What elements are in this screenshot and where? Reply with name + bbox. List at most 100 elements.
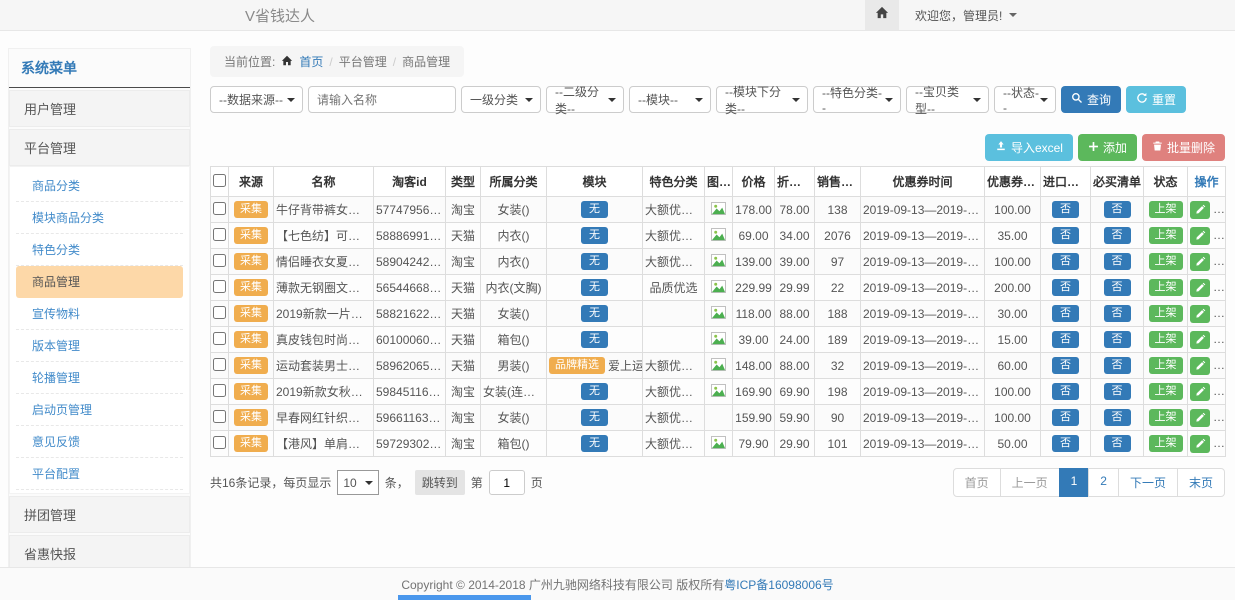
filter-select[interactable]: --模块-- [629, 86, 711, 113]
edit-button[interactable] [1190, 227, 1210, 245]
imported-toggle-badge[interactable]: 否 [1052, 227, 1079, 245]
filter-select[interactable]: 一级分类 [461, 86, 541, 113]
must-buy-toggle-badge[interactable]: 否 [1104, 227, 1131, 245]
edit-button[interactable] [1190, 409, 1210, 427]
edit-button[interactable] [1190, 331, 1210, 349]
must-buy-toggle-badge[interactable]: 否 [1104, 383, 1131, 401]
row-checkbox[interactable] [213, 306, 226, 319]
filter-select[interactable]: --特色分类-- [813, 86, 901, 113]
imported-toggle-badge[interactable]: 否 [1052, 409, 1079, 427]
sidebar-subitem-active[interactable]: 商品管理 [16, 266, 183, 298]
status-badge[interactable]: 上架 [1149, 409, 1183, 427]
status-badge[interactable]: 上架 [1149, 253, 1183, 271]
must-buy-toggle-badge[interactable]: 否 [1104, 279, 1131, 297]
imported-toggle-badge[interactable]: 否 [1052, 201, 1079, 219]
broken-image-icon [711, 360, 726, 374]
thumbnail-icon [711, 230, 726, 244]
pager-button-末页[interactable]: 末页 [1177, 468, 1225, 497]
row-checkbox[interactable] [213, 384, 226, 397]
must-buy-toggle-badge[interactable]: 否 [1104, 253, 1131, 271]
status-badge[interactable]: 上架 [1149, 435, 1183, 453]
row-checkbox[interactable] [213, 254, 226, 267]
must-buy-toggle-badge[interactable]: 否 [1104, 357, 1131, 375]
must-buy-toggle-badge[interactable]: 否 [1104, 409, 1131, 427]
status-badge[interactable]: 上架 [1149, 279, 1183, 297]
name-search-input[interactable] [308, 86, 456, 113]
must-buy-toggle-badge[interactable]: 否 [1104, 331, 1131, 349]
sidebar-subitem[interactable]: 轮播管理 [16, 362, 183, 394]
status-badge[interactable]: 上架 [1149, 201, 1183, 219]
pager: 首页上一页12下一页末页 [953, 468, 1225, 497]
jump-button[interactable]: 跳转到 [415, 470, 465, 495]
row-checkbox[interactable] [213, 436, 226, 449]
sidebar-subitem[interactable]: 宣传物料 [16, 298, 183, 330]
imported-toggle-badge[interactable]: 否 [1052, 357, 1079, 375]
user-menu[interactable]: 欢迎您，管理员! [915, 0, 1017, 30]
row-checkbox[interactable] [213, 202, 226, 215]
filter-select[interactable]: --模块下分类-- [716, 86, 808, 113]
per-page-select[interactable]: 10 [337, 470, 378, 495]
edit-button[interactable] [1190, 305, 1210, 323]
sidebar-subitem[interactable]: 商品分类 [16, 170, 183, 202]
breadcrumb-home-link[interactable]: 首页 [299, 53, 323, 70]
sidebar-subitem[interactable]: 意见反馈 [16, 426, 183, 458]
sidebar-group-item[interactable]: 用户管理 [9, 90, 190, 127]
batch-delete-button[interactable]: 批量删除 [1142, 134, 1225, 161]
reset-button[interactable]: 重置 [1126, 86, 1186, 113]
imported-toggle-badge[interactable]: 否 [1052, 305, 1079, 323]
sidebar: 系统菜单 用户管理平台管理商品分类模块商品分类特色分类商品管理宣传物料版本管理轮… [8, 48, 191, 600]
filter-select[interactable]: --二级分类-- [546, 86, 624, 113]
home-button[interactable] [865, 0, 899, 30]
sidebar-subitem[interactable]: 特色分类 [16, 234, 183, 266]
status-badge[interactable]: 上架 [1149, 383, 1183, 401]
must-buy-toggle-badge[interactable]: 否 [1104, 435, 1131, 453]
imported-toggle-badge[interactable]: 否 [1052, 253, 1079, 271]
edit-button[interactable] [1190, 435, 1210, 453]
filter-select[interactable]: --状态-- [994, 86, 1056, 113]
edit-button[interactable] [1190, 253, 1210, 271]
sidebar-subitem[interactable]: 启动页管理 [16, 394, 183, 426]
module-badge: 品牌精选 [549, 357, 605, 375]
imported-toggle-badge[interactable]: 否 [1052, 331, 1079, 349]
filter-select[interactable]: --宝贝类型-- [906, 86, 989, 113]
breadcrumb-separator: / [393, 55, 396, 69]
sidebar-group-item[interactable]: 平台管理 [9, 129, 190, 166]
column-header-3: 淘客id [374, 167, 446, 197]
must-buy-toggle-badge[interactable]: 否 [1104, 305, 1131, 323]
search-button[interactable]: 查询 [1061, 86, 1121, 113]
edit-button[interactable] [1190, 383, 1210, 401]
sidebar-subitem[interactable]: 平台配置 [16, 458, 183, 490]
select-all-checkbox[interactable] [213, 174, 226, 187]
status-badge[interactable]: 上架 [1149, 305, 1183, 323]
pager-button-2[interactable]: 2 [1088, 468, 1119, 497]
sidebar-subitem[interactable]: 版本管理 [16, 330, 183, 362]
status-badge[interactable]: 上架 [1149, 227, 1183, 245]
sales-count-cell: 22 [815, 275, 861, 301]
row-checkbox[interactable] [213, 228, 226, 241]
row-checkbox[interactable] [213, 410, 226, 423]
row-checkbox[interactable] [213, 280, 226, 293]
chevron-down-icon [365, 481, 373, 485]
filter-select[interactable]: --数据来源-- [210, 86, 303, 113]
imported-toggle-badge[interactable]: 否 [1052, 279, 1079, 297]
row-checkbox[interactable] [213, 332, 226, 345]
page-number-input[interactable] [489, 470, 525, 495]
must-buy-toggle-badge[interactable]: 否 [1104, 201, 1131, 219]
pager-button-下一页[interactable]: 下一页 [1118, 468, 1178, 497]
icp-link[interactable]: 粤ICP备16098006号 [724, 576, 833, 593]
sidebar-subitem[interactable]: 模块商品分类 [16, 202, 183, 234]
row-checkbox[interactable] [213, 358, 226, 371]
import-excel-button[interactable]: 导入excel [985, 134, 1073, 161]
thumbnail-icon [711, 256, 726, 270]
edit-button[interactable] [1190, 279, 1210, 297]
edit-button[interactable] [1190, 357, 1210, 375]
status-badge[interactable]: 上架 [1149, 331, 1183, 349]
add-button[interactable]: 添加 [1078, 134, 1137, 161]
breadcrumb: 当前位置: 首页 / 平台管理 / 商品管理 [210, 46, 464, 77]
sidebar-group-item[interactable]: 拼团管理 [9, 496, 190, 533]
edit-button[interactable] [1190, 201, 1210, 219]
imported-toggle-badge[interactable]: 否 [1052, 435, 1079, 453]
feature-category: 大额优惠券 [643, 353, 705, 379]
imported-toggle-badge[interactable]: 否 [1052, 383, 1079, 401]
status-badge[interactable]: 上架 [1149, 357, 1183, 375]
